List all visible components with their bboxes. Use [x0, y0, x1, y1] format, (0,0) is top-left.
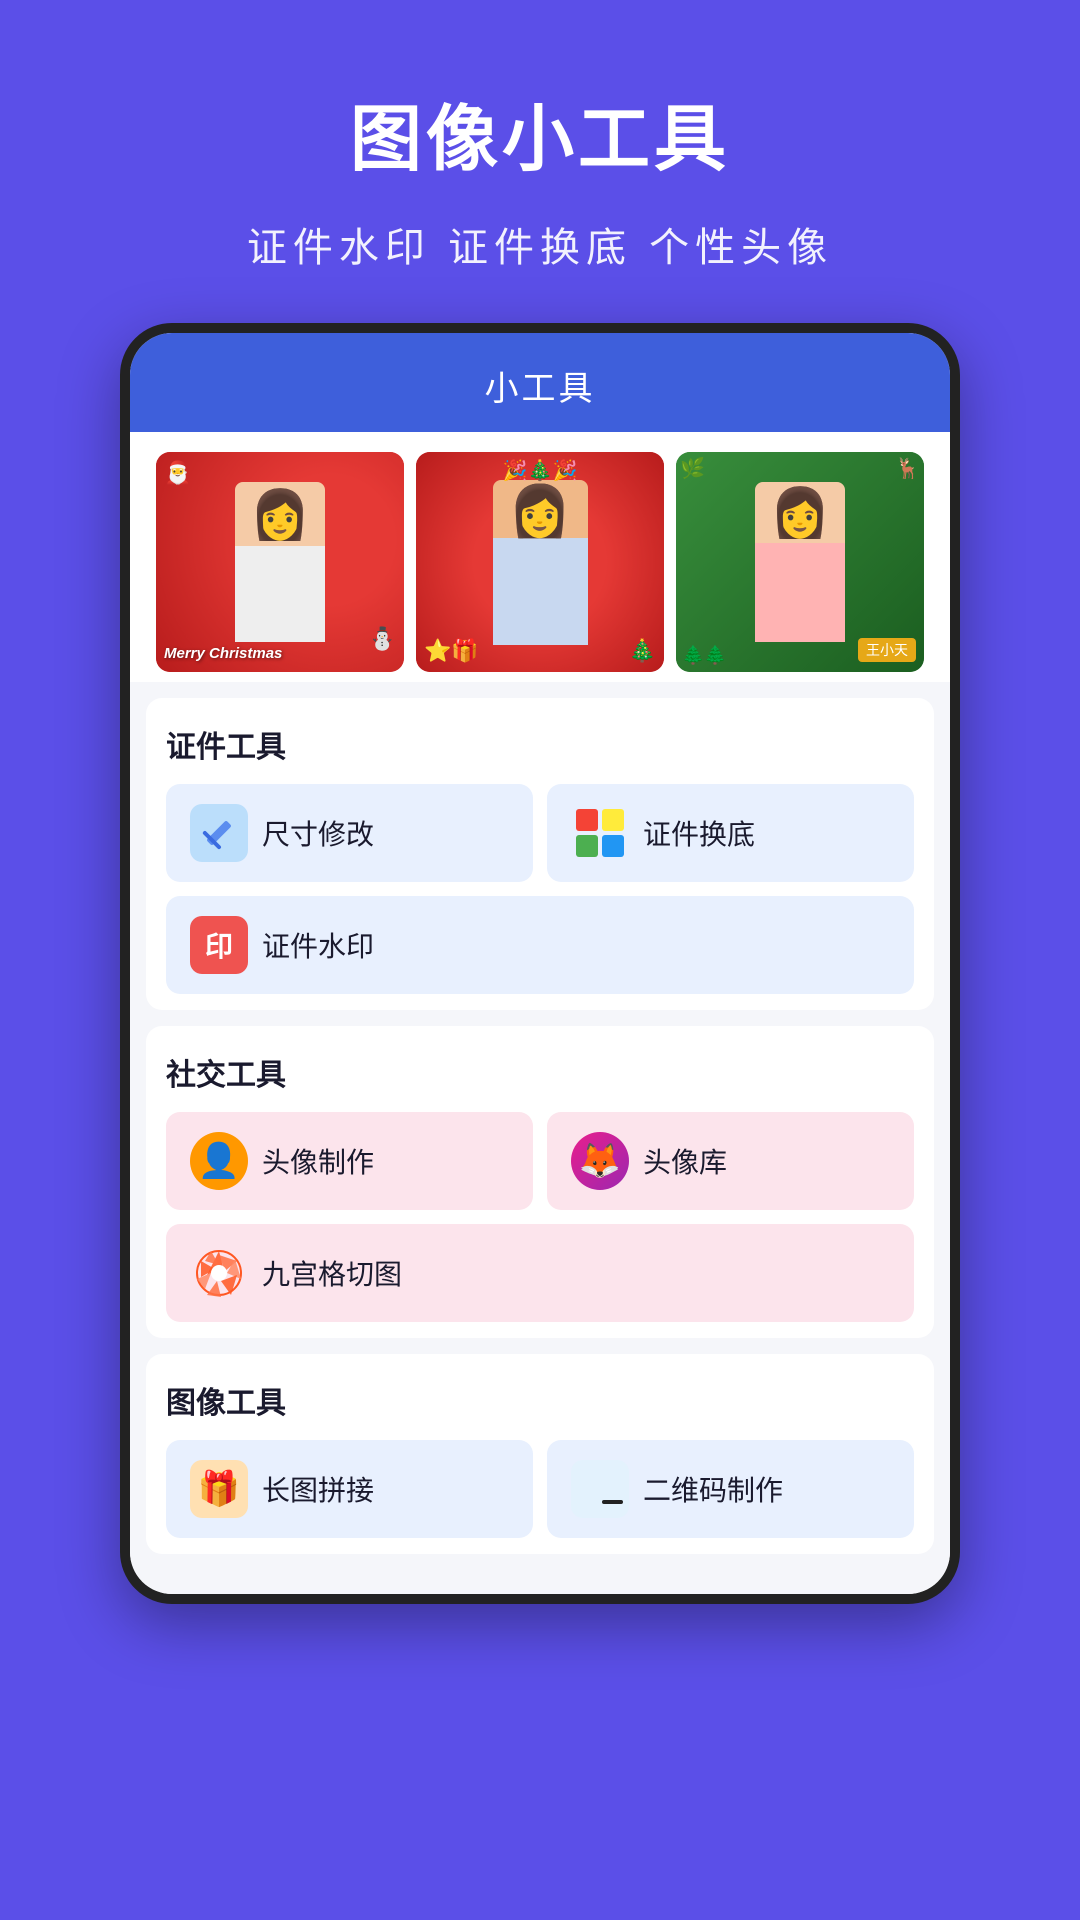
christmas-text: Merry Christmas — [164, 645, 282, 662]
santa-decoration: 🎅 — [164, 460, 191, 486]
avatar-make-tool-label: 头像制作 — [262, 1141, 374, 1181]
qrcode-tool-label: 二维码制作 — [643, 1469, 783, 1509]
avatar-lib-tool-label: 头像库 — [643, 1141, 727, 1181]
nine-grid-tool-label: 九宫格切图 — [262, 1253, 402, 1293]
banner-img-1[interactable]: 🎅 👩 ⛄ Merry Christmas — [156, 452, 404, 672]
image-tools-grid: 🎁 长图拼接 二维码制作 — [166, 1440, 914, 1538]
nine-grid-tool-button[interactable]: 九宫格切图 — [166, 1224, 914, 1322]
stamp-icon: 印 — [190, 916, 248, 974]
cert-tools-section: 证件工具 尺寸修改 — [146, 698, 934, 1010]
image-tools-section: 图像工具 🎁 长图拼接 — [146, 1354, 934, 1554]
avatar-icon: 👤 — [190, 1132, 248, 1190]
banner-img-3[interactable]: 🦌 🌿 👩 🌲🌲 王小天 — [676, 452, 924, 672]
phone-content: 🎅 👩 ⛄ Merry Christmas 🎉🎄🎉 👩 ⭐🎁 🎄 — [130, 432, 950, 1594]
banner-img-2[interactable]: 🎉🎄🎉 👩 ⭐🎁 🎄 — [416, 452, 664, 672]
avatar-lib-icon: 🦊 — [571, 1132, 629, 1190]
ruler-icon — [190, 804, 248, 862]
watermark-tool-label: 证件水印 — [262, 925, 374, 965]
colorful-icon — [571, 804, 629, 862]
resize-tool-label: 尺寸修改 — [262, 813, 374, 853]
bottom-spacer — [130, 1554, 950, 1564]
cert-tools-grid: 尺寸修改 证件换底 — [166, 784, 914, 994]
name-label: 王小天 — [858, 638, 916, 662]
social-tools-title: 社交工具 — [166, 1050, 914, 1094]
nine-grid-icon — [190, 1244, 248, 1302]
qrcode-icon — [571, 1460, 629, 1518]
stitch-tool-label: 长图拼接 — [262, 1469, 374, 1509]
snowman-decoration: ⛄ — [369, 626, 396, 652]
bg-change-tool-button[interactable]: 证件换底 — [547, 784, 914, 882]
avatar-make-tool-button[interactable]: 👤 头像制作 — [166, 1112, 533, 1210]
bg-change-tool-label: 证件换底 — [643, 813, 755, 853]
stitch-tool-button[interactable]: 🎁 长图拼接 — [166, 1440, 533, 1538]
social-tools-section: 社交工具 👤 头像制作 🦊 头像库 — [146, 1026, 934, 1338]
qrcode-tool-button[interactable]: 二维码制作 — [547, 1440, 914, 1538]
avatar-lib-tool-button[interactable]: 🦊 头像库 — [547, 1112, 914, 1210]
hero-title: 图像小工具 — [350, 80, 730, 185]
hero-section: 图像小工具 证件水印 证件换底 个性头像 小工具 🎅 👩 ⛄ Merry — [0, 0, 1080, 1644]
stitch-icon: 🎁 — [190, 1460, 248, 1518]
image-tools-title: 图像工具 — [166, 1378, 914, 1422]
hero-subtitle: 证件水印 证件换底 个性头像 — [247, 215, 833, 273]
watermark-tool-button[interactable]: 印 证件水印 — [166, 896, 914, 994]
phone-frame: 小工具 🎅 👩 ⛄ Merry Christmas — [120, 323, 960, 1604]
cert-tools-title: 证件工具 — [166, 722, 914, 766]
banner-row: 🎅 👩 ⛄ Merry Christmas 🎉🎄🎉 👩 ⭐🎁 🎄 — [130, 432, 950, 682]
resize-tool-button[interactable]: 尺寸修改 — [166, 784, 533, 882]
girl-figure-1: 👩 — [156, 452, 404, 672]
social-tools-grid: 👤 头像制作 🦊 头像库 — [166, 1112, 914, 1322]
phone-header-title: 小工具 — [485, 370, 596, 408]
phone-header: 小工具 — [130, 333, 950, 432]
